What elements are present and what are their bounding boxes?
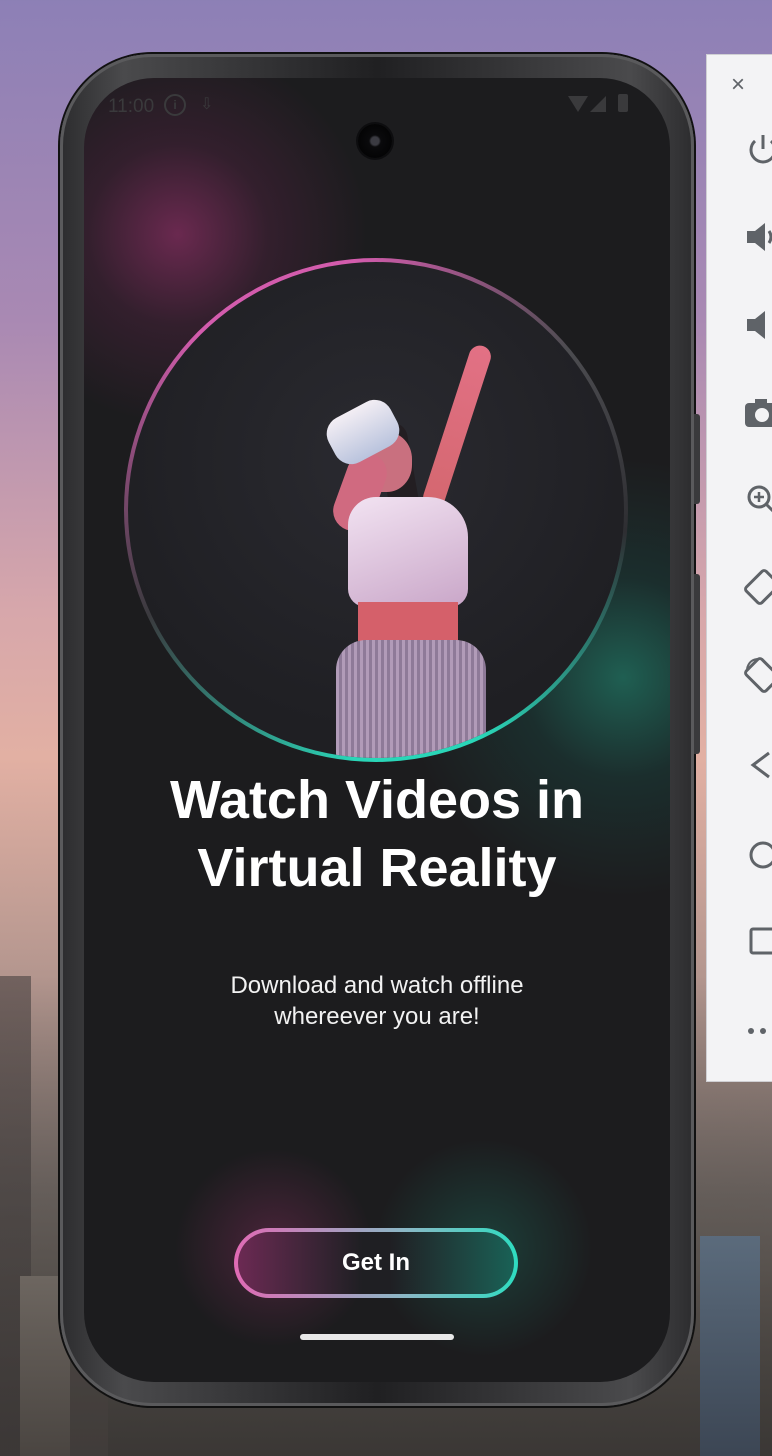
building [700, 1236, 760, 1456]
zoom-icon[interactable] [743, 479, 772, 519]
wifi-icon [568, 96, 588, 112]
download-icon: ⇩ [200, 96, 214, 113]
more-icon[interactable] [743, 1011, 772, 1051]
front-camera [358, 124, 392, 158]
camera-icon[interactable] [743, 393, 772, 433]
vr-person-illustration [278, 322, 498, 758]
phone-side-button [694, 574, 700, 754]
app-screen: 11:00 i ⇩ Watch Videos in Virtual Realit… [84, 78, 670, 1382]
rotate-right-icon[interactable] [743, 655, 772, 695]
phone-frame: 11:00 i ⇩ Watch Videos in Virtual Realit… [60, 54, 700, 1406]
hero-image [128, 262, 624, 758]
volume-down-icon[interactable] [743, 305, 772, 345]
power-icon[interactable] [743, 129, 772, 169]
close-icon[interactable]: × [731, 71, 745, 99]
status-time: 11:00 [108, 96, 155, 117]
signal-icon [590, 96, 606, 112]
home-indicator[interactable] [300, 1334, 454, 1340]
onboarding-title: Watch Videos in Virtual Reality [169, 770, 585, 898]
rotate-left-icon[interactable] [743, 567, 772, 607]
onboarding-subtitle: Download and watch offline whereever you… [230, 972, 524, 1030]
phone-side-button [694, 414, 700, 504]
home-icon[interactable] [743, 835, 772, 875]
emulator-toolbar: × [706, 54, 772, 1082]
back-icon[interactable] [743, 745, 772, 785]
volume-up-icon[interactable] [743, 217, 772, 257]
get-in-button-label: Get In [238, 1232, 514, 1294]
get-in-button[interactable]: Get In [234, 1228, 518, 1298]
battery-icon [618, 94, 628, 112]
overview-icon[interactable] [743, 921, 772, 961]
hero-image-ring [124, 258, 628, 762]
info-icon: i [164, 94, 186, 116]
status-bar: 11:00 i ⇩ [84, 78, 670, 128]
